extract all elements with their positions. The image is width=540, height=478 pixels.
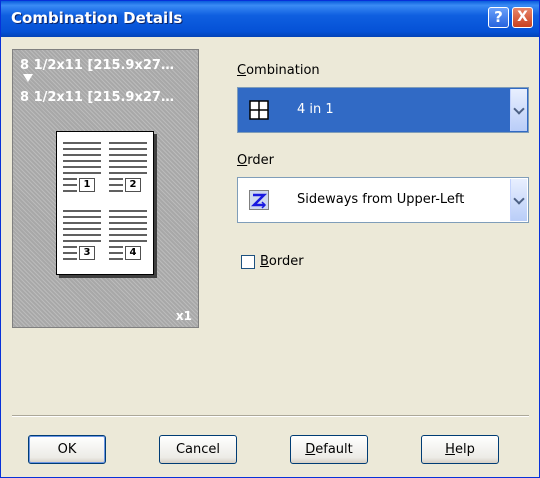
order-label: Order — [237, 153, 274, 168]
chevron-down-icon[interactable] — [510, 89, 527, 131]
help-icon[interactable]: ? — [488, 7, 509, 28]
combination-label: Combination — [237, 63, 320, 78]
close-icon[interactable]: X — [512, 7, 533, 28]
default-button[interactable]: Default — [290, 435, 368, 464]
page-number: 1 — [79, 178, 95, 192]
help-button[interactable]: Help — [421, 435, 499, 464]
separator — [12, 415, 529, 417]
combination-value: 4 in 1 — [297, 102, 334, 117]
preview-page-2: 2 — [109, 142, 148, 202]
preview-page-1: 1 — [63, 142, 102, 202]
output-paper-size: 8 1/2x11 [215.9x27… — [20, 90, 174, 105]
order-value: Sideways from Upper-Left — [297, 192, 465, 207]
page-number: 4 — [125, 246, 141, 260]
arrow-down-icon — [23, 74, 33, 82]
paper-preview: 1 2 3 4 — [56, 131, 154, 275]
dialog-window: Combination Details ? X 8 1/2x11 [215.9x… — [0, 0, 540, 478]
window-title: Combination Details — [11, 9, 183, 27]
page-number: 3 — [79, 246, 95, 260]
grid-4up-icon — [249, 100, 269, 120]
copies-indicator: x1 — [175, 309, 192, 323]
preview-page-4: 4 — [109, 210, 148, 270]
layout-preview: 8 1/2x11 [215.9x27… 8 1/2x11 [215.9x27… … — [12, 49, 199, 328]
combination-select[interactable]: 4 in 1 — [237, 87, 529, 133]
title-bar[interactable]: Combination Details ? X — [1, 1, 539, 37]
order-select[interactable]: Sideways from Upper-Left — [237, 177, 529, 223]
border-checkbox[interactable] — [241, 255, 255, 269]
border-label[interactable]: Border — [260, 254, 304, 269]
z-order-icon — [249, 190, 269, 210]
page-number: 2 — [125, 178, 141, 192]
cancel-button[interactable]: Cancel — [159, 435, 237, 464]
source-paper-size: 8 1/2x11 [215.9x27… — [20, 58, 174, 73]
preview-page-3: 3 — [63, 210, 102, 270]
ok-button[interactable]: OK — [28, 435, 106, 464]
chevron-down-icon[interactable] — [510, 179, 527, 221]
